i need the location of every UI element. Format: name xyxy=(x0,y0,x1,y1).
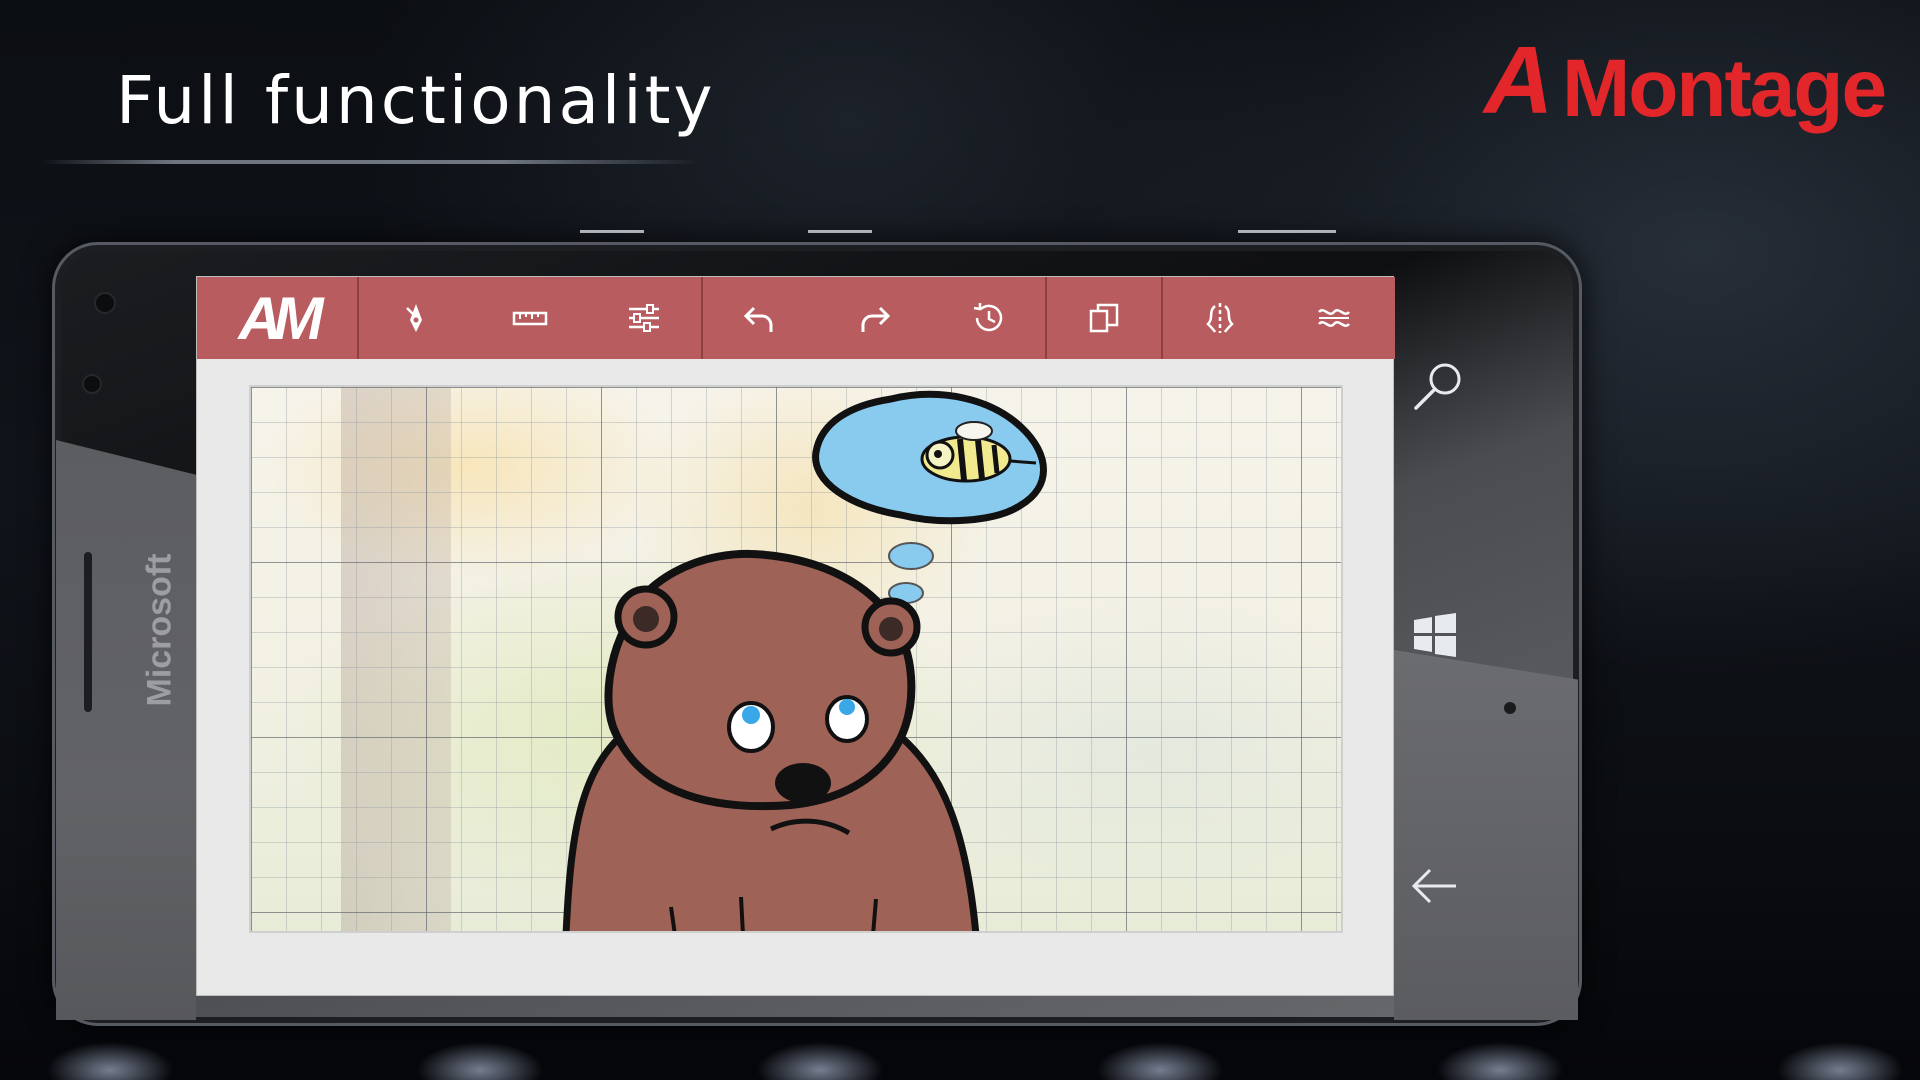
search-icon[interactable] xyxy=(1412,360,1466,414)
app-logo-text: AM xyxy=(238,284,323,352)
bear-ear-left-inner xyxy=(633,606,659,632)
sliders-icon xyxy=(629,304,659,332)
ruler-button[interactable] xyxy=(473,277,587,359)
bear-ear-right-inner xyxy=(879,617,903,641)
back-arrow-icon[interactable] xyxy=(1410,866,1460,906)
copy-pages-button[interactable] xyxy=(1047,277,1161,359)
app-toolbar: AM xyxy=(197,277,1395,359)
bear-pupil-left xyxy=(742,706,760,724)
app-logo[interactable]: AM xyxy=(197,277,359,359)
pen-nib-icon xyxy=(406,304,422,332)
mirror-button[interactable] xyxy=(1163,277,1277,359)
pen-tool-button[interactable] xyxy=(359,277,473,359)
logo-word: Montage xyxy=(1562,43,1887,134)
undo-icon xyxy=(743,306,773,332)
bear-drawing xyxy=(562,390,1047,931)
phone-top-button-left xyxy=(580,230,644,233)
ruler-icon xyxy=(512,311,548,326)
thought-bubble-small xyxy=(888,542,934,570)
proximity-sensor xyxy=(82,374,102,394)
phone-top-button-middle xyxy=(808,230,872,233)
mirror-icon xyxy=(1206,303,1234,333)
montage-logo: A Montage xyxy=(1484,27,1887,134)
bear xyxy=(562,549,980,931)
bear-nose xyxy=(775,763,831,803)
speaker-slot xyxy=(84,552,92,712)
phone-side-dot xyxy=(1504,702,1516,714)
front-camera xyxy=(94,292,116,314)
drawing-app-window: AM xyxy=(196,276,1395,996)
presentation-background: Full functionality A Montage Microsoft A… xyxy=(0,0,1920,1080)
logo-initial: A xyxy=(1484,27,1553,134)
redo-button[interactable] xyxy=(817,277,931,359)
bear-claw-mid xyxy=(739,896,745,931)
windows-start-icon[interactable] xyxy=(1412,612,1458,658)
phone-left-bezel xyxy=(56,440,196,1020)
history-button[interactable] xyxy=(931,277,1045,359)
wave-button[interactable] xyxy=(1277,277,1391,359)
undo-button[interactable] xyxy=(703,277,817,359)
title-underline xyxy=(40,160,700,164)
drawing-canvas[interactable] xyxy=(249,385,1343,933)
copy-pages-icon xyxy=(1089,303,1119,333)
manufacturer-label: Microsoft xyxy=(140,553,179,707)
page-title: Full functionality xyxy=(116,62,716,139)
phone-right-bezel xyxy=(1394,650,1578,1020)
redo-icon xyxy=(861,306,891,332)
wave-icon xyxy=(1318,309,1350,327)
bear-pupil-right xyxy=(839,699,855,715)
settings-sliders-button[interactable] xyxy=(587,277,701,359)
phone-top-button-right xyxy=(1238,230,1336,233)
history-icon xyxy=(973,303,1003,332)
